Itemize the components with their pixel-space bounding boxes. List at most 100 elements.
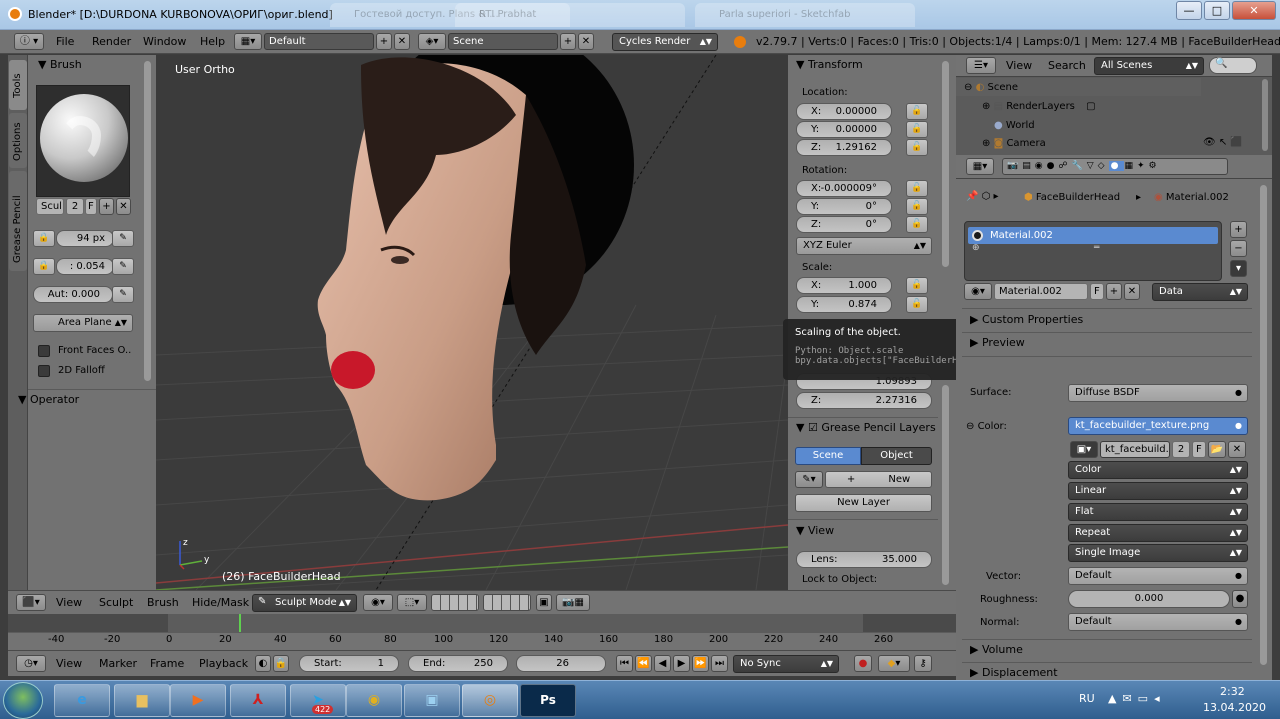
strength-lock-icon[interactable]: 🔒 [33,258,55,275]
face-model[interactable] [156,55,788,590]
pin-icon[interactable]: 📌 ⬡ ▸ [966,191,999,202]
location-z-lock-icon[interactable]: 🔓 [906,139,928,156]
image-remove-button[interactable]: ✕ [1228,441,1246,458]
location-y-field[interactable]: Y: 0.00000 [796,121,892,138]
radius-lock-icon[interactable]: 🔒 [33,230,55,247]
taskbar-chrome-icon[interactable]: ◉ [346,684,402,717]
taskbar-photos-icon[interactable]: ▣ [404,684,460,717]
scene-picker-button[interactable]: ◈▾ [418,33,446,50]
minimize-button[interactable]: — [1176,1,1202,20]
material-fake-user-button[interactable]: F [1090,283,1104,300]
layout-picker-button[interactable]: ▦▾ [234,33,262,50]
outliner-search-field[interactable]: 🔍 [1209,57,1257,74]
jump-end-button[interactable]: ⏭ [711,655,728,672]
mode-dropdown[interactable]: Sculpt Mode ▲▼ [252,594,357,612]
outliner-item-scene[interactable]: ⊖ ◐ Scene [964,82,1018,93]
timeline-menu-view[interactable]: View [56,657,82,670]
keying-set-button[interactable]: ◆▾ [878,655,910,672]
radius-pressure-icon[interactable]: ✎ [112,230,134,247]
viewport-shading-button[interactable]: ◉▾ [363,594,393,611]
lock-range-button[interactable]: 🔒 [273,655,289,672]
custom-properties-title[interactable]: ▶ Custom Properties [970,313,1083,326]
brush-fake-user-button[interactable]: F [85,198,97,215]
layout-add-button[interactable]: + [376,33,392,50]
close-button[interactable]: ✕ [1232,1,1276,20]
sync-dropdown[interactable]: No Sync ▲▼ [733,655,839,673]
slot-remove-button[interactable]: − [1230,240,1247,257]
slot-add-button[interactable]: + [1230,221,1247,238]
menu-render[interactable]: Render [92,35,131,48]
surface-shader-dropdown[interactable]: Diffuse BSDF ● [1068,384,1248,402]
view3d-editor-type-button[interactable]: ⬛▾ [16,594,46,611]
outliner-editor-type-button[interactable]: ☰▾ [966,57,996,74]
preview-range-button[interactable]: ◐ [255,655,271,672]
gp-new-button[interactable]: + New [825,471,932,488]
autosmooth-pressure-icon[interactable]: ✎ [112,286,134,303]
tray-icons[interactable]: ▲✉▭◂ [1108,692,1166,705]
start-button[interactable] [3,682,43,719]
n-panel-scrollbar-lower[interactable] [942,385,949,585]
outliner-menu-search[interactable]: Search [1048,59,1086,72]
taskbar-photoshop-icon[interactable]: Ps [520,684,576,717]
lock-camera-button[interactable]: ▣ [536,594,552,611]
properties-scrollbar[interactable] [1260,185,1267,665]
roughness-link-button[interactable]: ● [1232,590,1248,608]
3d-viewport[interactable]: User Ortho (26) FaceBuilderHead z y [156,55,788,590]
play-reverse-button[interactable]: ◀ [654,655,671,672]
taskbar-ie-icon[interactable]: e [54,684,110,717]
material-add-button[interactable]: + [1106,283,1122,300]
clock-time[interactable]: 2:32 [1220,685,1245,698]
list-grip-icon[interactable]: ⊕ [972,243,980,253]
image-browse-button[interactable]: ▣▾ [1070,441,1098,458]
color-space-dropdown[interactable]: Color ▲▼ [1068,461,1248,479]
properties-editor-type-button[interactable]: ▦▾ [966,158,994,175]
image-name-field[interactable]: kt_facebuild.. [1100,441,1170,458]
front-faces-checkbox[interactable] [38,345,50,357]
brush-preview[interactable] [36,85,130,197]
tab-grease-pencil[interactable]: Grease Pencil [9,171,27,271]
radius-field[interactable]: 94 px [56,230,114,247]
menu-help[interactable]: Help [200,35,225,48]
brush-remove-button[interactable]: ✕ [116,198,131,215]
auto-keying-button[interactable]: ● [854,655,872,672]
jump-keyframe-prev-button[interactable]: ⏪ [635,655,652,672]
view3d-menu-brush[interactable]: Brush [147,596,179,609]
image-users-field[interactable]: 2 [1172,441,1190,458]
scale-x-field[interactable]: X: 1.000 [796,277,892,294]
location-x-field[interactable]: X: 0.00000 [796,103,892,120]
scene-remove-button[interactable]: ✕ [578,33,594,50]
breadcrumb-material[interactable]: ◉ Material.002 [1154,192,1229,203]
gp-tab-scene[interactable]: Scene [795,447,861,465]
strength-field[interactable]: : 0.054 [56,258,114,275]
outliner-item-renderlayers[interactable]: ⊕ ▤ RenderLayers ▢ [982,101,1096,112]
layers-grid-2[interactable] [483,594,531,611]
location-y-lock-icon[interactable]: 🔓 [906,121,928,138]
brush-name-field[interactable]: Scul [36,198,64,215]
gp-tab-object[interactable]: Object [861,447,932,465]
material-browse-button[interactable]: ◉▾ [964,283,992,300]
language-indicator[interactable]: RU [1079,692,1095,705]
current-frame-marker[interactable] [239,614,241,632]
clock-date[interactable]: 13.04.2020 [1203,701,1266,714]
material-slot-item[interactable]: Material.002 [968,227,1218,244]
dimension-z-field[interactable]: Z: 2.27316 [796,392,932,409]
properties-context-tabs[interactable]: 📷▤◉●☍🔧▽◇ ● ▦✦⚙ [1002,158,1228,175]
pivot-button[interactable]: ⬚▾ [397,594,427,611]
normal-dropdown[interactable]: Default ● [1068,613,1248,631]
extension-dropdown[interactable]: Repeat ▲▼ [1068,524,1248,542]
outliner-menu-view[interactable]: View [1006,59,1032,72]
rotation-mode-dropdown[interactable]: XYZ Euler ▲▼ [796,237,932,255]
outliner-scrollbar[interactable] [1262,79,1268,151]
tab-options[interactable]: Options [9,113,27,168]
insert-keyframe-button[interactable]: ⚷ [914,655,932,672]
displacement-title[interactable]: ▶ Displacement [970,666,1058,679]
menu-file[interactable]: File [56,35,74,48]
scene-add-button[interactable]: + [560,33,576,50]
vector-dropdown[interactable]: Default ● [1068,567,1248,585]
autosmooth-field[interactable]: Aut: 0.000 [33,286,113,303]
timeline-editor-type-button[interactable]: ◷▾ [16,655,46,672]
n-panel-scrollbar[interactable] [942,61,949,267]
view3d-menu-view[interactable]: View [56,596,82,609]
sculpt-plane-dropdown[interactable]: Area Plane ▲▼ [33,314,133,332]
interpolation-dropdown[interactable]: Linear ▲▼ [1068,482,1248,500]
